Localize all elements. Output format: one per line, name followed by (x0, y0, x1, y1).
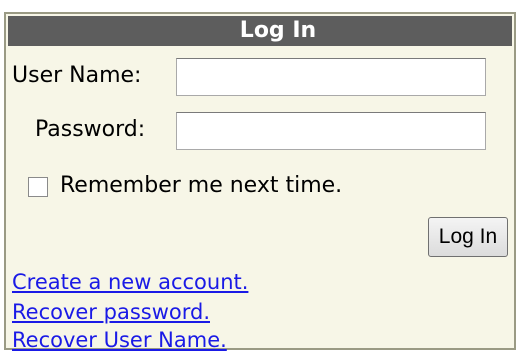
remember-me-label[interactable]: Remember me next time. (60, 172, 342, 200)
password-input[interactable] (176, 112, 486, 150)
recover-password-link[interactable]: Recover password. (12, 299, 210, 325)
username-input[interactable] (176, 58, 486, 96)
login-title: Log In (239, 18, 317, 43)
recover-username-link[interactable]: Recover User Name. (12, 327, 227, 353)
login-title-bar: Log In (8, 16, 512, 46)
remember-me-checkbox[interactable] (28, 177, 48, 197)
username-label: User Name: (12, 63, 142, 88)
password-label: Password: (35, 117, 146, 142)
login-panel: Log In User Name: Password: Remember me … (4, 12, 516, 353)
create-account-link[interactable]: Create a new account. (12, 269, 248, 295)
login-button[interactable]: Log In (428, 217, 508, 257)
